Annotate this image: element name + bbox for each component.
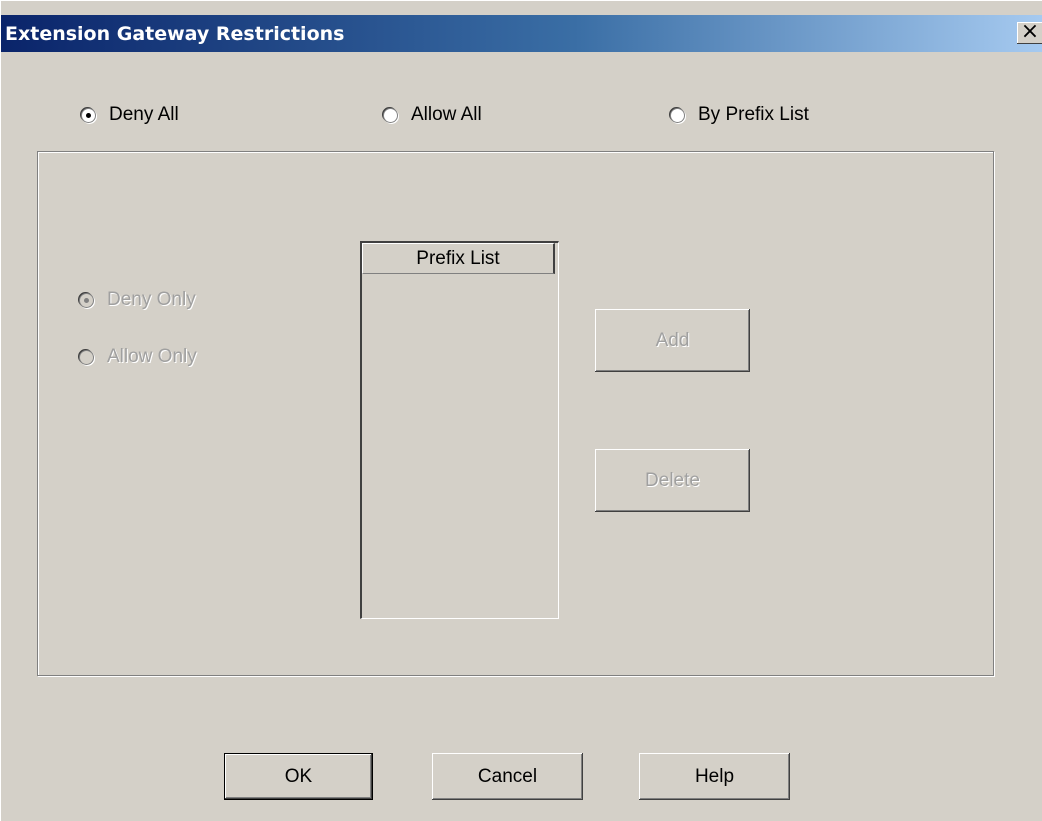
radio-allow-only[interactable]: Allow Only	[80, 346, 197, 368]
radio-allow-all[interactable]: Allow All	[384, 104, 482, 126]
radio-dot-icon	[80, 293, 93, 307]
help-button[interactable]: Help	[639, 753, 790, 800]
radio-deny-only[interactable]: Deny Only	[80, 289, 196, 311]
cancel-button[interactable]: Cancel	[432, 753, 583, 800]
radio-deny-all-label: Deny All	[109, 104, 179, 125]
close-icon[interactable]: ×	[1017, 21, 1042, 44]
delete-button[interactable]: Delete	[595, 449, 750, 512]
ok-button[interactable]: OK	[224, 753, 373, 800]
title-bar[interactable]: Extension Gateway Restrictions ×	[1, 15, 1042, 52]
radio-dot-icon	[80, 350, 93, 364]
radio-deny-all[interactable]: Deny All	[82, 104, 179, 126]
radio-dot-icon	[671, 108, 684, 122]
radio-deny-only-label: Deny Only	[107, 289, 196, 310]
radio-allow-all-label: Allow All	[411, 104, 482, 125]
radio-dot-icon	[82, 108, 95, 122]
prefix-listbox[interactable]: Prefix List	[360, 241, 559, 619]
prefix-list-header[interactable]: Prefix List	[362, 243, 555, 274]
radio-by-prefix-list-label: By Prefix List	[698, 104, 809, 125]
radio-dot-icon	[384, 108, 397, 122]
add-button[interactable]: Add	[595, 309, 750, 372]
window-title: Extension Gateway Restrictions	[5, 23, 345, 45]
radio-allow-only-label: Allow Only	[107, 346, 197, 367]
radio-by-prefix-list[interactable]: By Prefix List	[671, 104, 809, 126]
dialog-window: Extension Gateway Restrictions × Deny Al…	[0, 0, 1042, 821]
